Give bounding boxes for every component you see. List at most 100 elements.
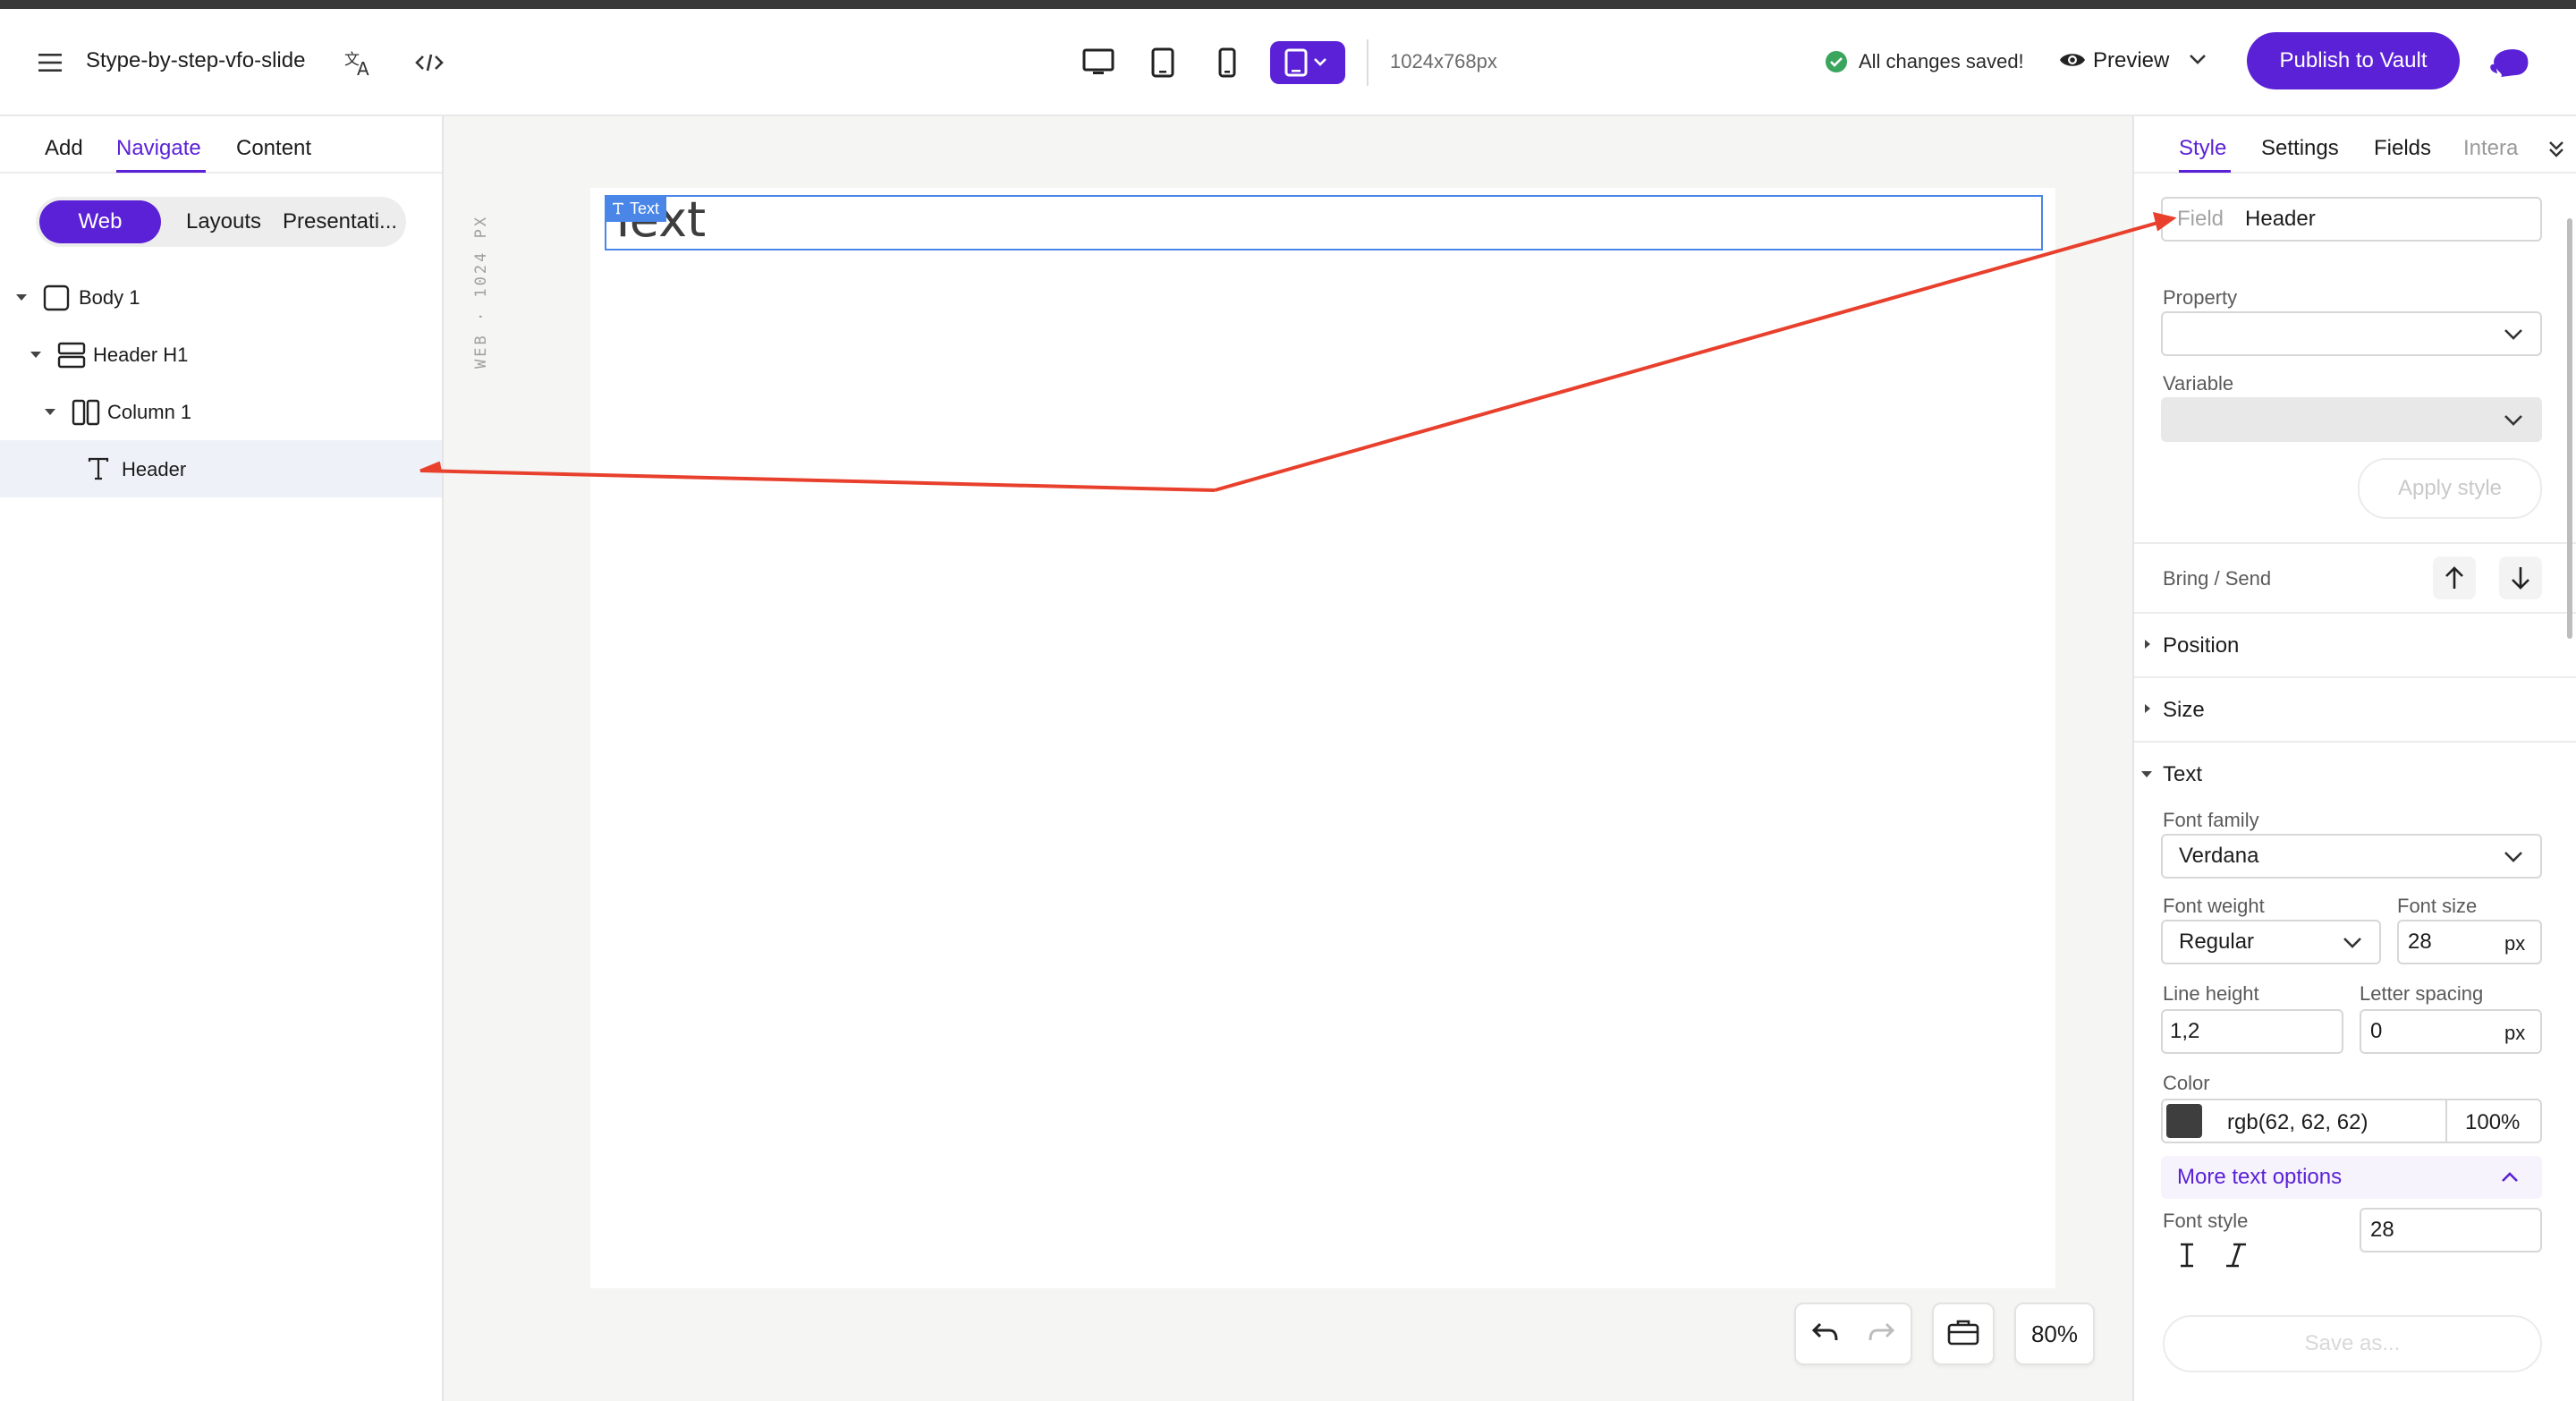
segment-layouts[interactable]: Layouts bbox=[170, 197, 277, 247]
translate-icon[interactable]: 文A bbox=[338, 41, 381, 84]
selection-outline[interactable] bbox=[605, 195, 2043, 250]
right-panel-scrollbar[interactable] bbox=[2567, 218, 2572, 639]
section-position[interactable]: Position bbox=[2163, 633, 2239, 658]
publish-button[interactable]: Publish to Vault bbox=[2247, 32, 2460, 89]
bring-forward-button[interactable] bbox=[2433, 556, 2476, 599]
expand-caret-icon[interactable] bbox=[2145, 640, 2150, 649]
tab-interactions[interactable]: Intera bbox=[2463, 136, 2518, 161]
zoom-level[interactable]: 80% bbox=[2014, 1303, 2095, 1365]
chevron-down-icon bbox=[2504, 329, 2522, 340]
tablet-view-icon[interactable] bbox=[1141, 41, 1184, 84]
expand-caret-icon[interactable] bbox=[45, 409, 55, 415]
chevron-up-icon[interactable] bbox=[2499, 1170, 2521, 1184]
assets-button[interactable] bbox=[1932, 1303, 1995, 1365]
history-controls bbox=[1794, 1303, 1912, 1365]
desktop-view-icon[interactable] bbox=[1077, 41, 1120, 84]
canvas-dimensions: 1024x768px bbox=[1390, 50, 1497, 72]
text-icon bbox=[86, 456, 111, 486]
variable-select[interactable] bbox=[2161, 397, 2542, 442]
svg-text:A: A bbox=[357, 58, 369, 77]
segment-presentations[interactable]: Presentati... bbox=[277, 197, 402, 247]
tab-content[interactable]: Content bbox=[236, 136, 311, 161]
segment-web[interactable]: Web bbox=[39, 200, 161, 243]
briefcase-icon bbox=[1947, 1319, 1979, 1350]
font-size-unit: px bbox=[2504, 932, 2526, 955]
field-label: Field bbox=[2177, 207, 2224, 231]
expand-caret-icon[interactable] bbox=[16, 294, 27, 301]
canvas-page[interactable] bbox=[590, 188, 2055, 1288]
tree-item-label: Column 1 bbox=[107, 401, 192, 423]
more-text-options-label: More text options bbox=[2177, 1165, 2343, 1189]
tab-style[interactable]: Style bbox=[2179, 136, 2226, 161]
field-value: Header bbox=[2245, 207, 2316, 231]
eye-icon[interactable] bbox=[2059, 50, 2086, 70]
font-style-input[interactable]: 28 bbox=[2360, 1208, 2542, 1252]
arrow-down-icon bbox=[2512, 567, 2529, 590]
section-size[interactable]: Size bbox=[2163, 698, 2205, 723]
apply-style-button[interactable]: Apply style bbox=[2358, 458, 2542, 519]
font-family-select[interactable]: Verdana bbox=[2161, 834, 2542, 879]
tab-add[interactable]: Add bbox=[45, 136, 83, 161]
line-height-input[interactable]: 1,2 bbox=[2161, 1009, 2343, 1054]
color-input[interactable]: rgb(62, 62, 62) 100% bbox=[2161, 1099, 2542, 1143]
font-family-label: Font family bbox=[2163, 809, 2259, 831]
active-tab-indicator bbox=[116, 170, 206, 173]
left-tabs: Add Navigate Content bbox=[0, 116, 442, 174]
document-title[interactable]: Stype-by-step-vfo-slide bbox=[86, 48, 305, 73]
tab-navigate[interactable]: Navigate bbox=[116, 136, 201, 161]
user-avatar-icon[interactable] bbox=[2485, 36, 2535, 86]
tree-item-header-h1[interactable]: Header H1 bbox=[0, 326, 442, 383]
divider bbox=[2134, 741, 2576, 743]
active-tab-indicator bbox=[2179, 170, 2231, 173]
tree-item-body[interactable]: Body 1 bbox=[0, 268, 442, 326]
send-backward-button[interactable] bbox=[2499, 556, 2542, 599]
menu-icon[interactable] bbox=[29, 41, 72, 84]
tab-fields[interactable]: Fields bbox=[2374, 136, 2431, 161]
color-swatch[interactable] bbox=[2166, 1104, 2202, 1138]
preview-button[interactable]: Preview bbox=[2093, 48, 2169, 73]
tree-item-label: Header H1 bbox=[93, 344, 189, 366]
text-icon bbox=[613, 202, 623, 215]
more-tabs-chevron-icon[interactable] bbox=[2547, 140, 2565, 164]
canvas-ruler-label: WEB · 1024 PX bbox=[472, 214, 490, 369]
tree-item-column[interactable]: Column 1 bbox=[0, 383, 442, 440]
text-italic-icon[interactable] bbox=[2224, 1242, 2249, 1273]
custom-size-dropdown[interactable] bbox=[1270, 41, 1345, 84]
tab-settings[interactable]: Settings bbox=[2261, 136, 2339, 161]
field-selector[interactable]: Field Header bbox=[2161, 197, 2542, 242]
left-panel: Add Navigate Content Web Layouts Present… bbox=[0, 116, 444, 1401]
body-icon bbox=[43, 284, 70, 316]
expand-caret-icon[interactable] bbox=[30, 352, 41, 358]
tree-item-header[interactable]: Header bbox=[0, 440, 442, 497]
collapse-caret-icon[interactable] bbox=[2141, 771, 2152, 777]
font-size-input[interactable]: 28 px bbox=[2397, 920, 2542, 964]
chevron-down-icon bbox=[2343, 938, 2361, 948]
opacity-value: 100% bbox=[2465, 1110, 2521, 1134]
preview-chevron-down-icon[interactable] bbox=[2188, 52, 2207, 66]
code-icon[interactable] bbox=[408, 41, 451, 84]
divider bbox=[2134, 542, 2576, 544]
selection-tag: Text bbox=[605, 195, 667, 222]
save-status: All changes saved! bbox=[1859, 50, 2024, 72]
variable-label: Variable bbox=[2163, 372, 2234, 395]
undo-icon[interactable] bbox=[1811, 1320, 1840, 1348]
divider bbox=[2134, 676, 2576, 678]
right-tabs: Style Settings Fields Intera bbox=[2134, 116, 2576, 174]
app-header: Stype-by-step-vfo-slide 文A 1024x768px Al… bbox=[0, 9, 2576, 116]
letter-spacing-input[interactable]: 0 px bbox=[2360, 1009, 2542, 1054]
section-icon bbox=[57, 342, 86, 373]
expand-caret-icon[interactable] bbox=[2145, 704, 2150, 713]
property-select[interactable] bbox=[2161, 311, 2542, 356]
line-height-label: Line height bbox=[2163, 982, 2259, 1005]
chevron-down-icon bbox=[2504, 415, 2522, 426]
chevron-down-icon bbox=[2504, 852, 2522, 862]
text-normal-icon[interactable] bbox=[2175, 1242, 2199, 1273]
font-size-value: 28 bbox=[2408, 930, 2432, 954]
mobile-view-icon[interactable] bbox=[1206, 41, 1249, 84]
divider bbox=[2445, 1100, 2447, 1142]
redo-icon[interactable] bbox=[1867, 1320, 1895, 1348]
section-text[interactable]: Text bbox=[2163, 762, 2202, 787]
property-label: Property bbox=[2163, 286, 2238, 309]
font-weight-select[interactable]: Regular bbox=[2161, 920, 2381, 964]
save-as-button[interactable]: Save as... bbox=[2163, 1315, 2542, 1372]
